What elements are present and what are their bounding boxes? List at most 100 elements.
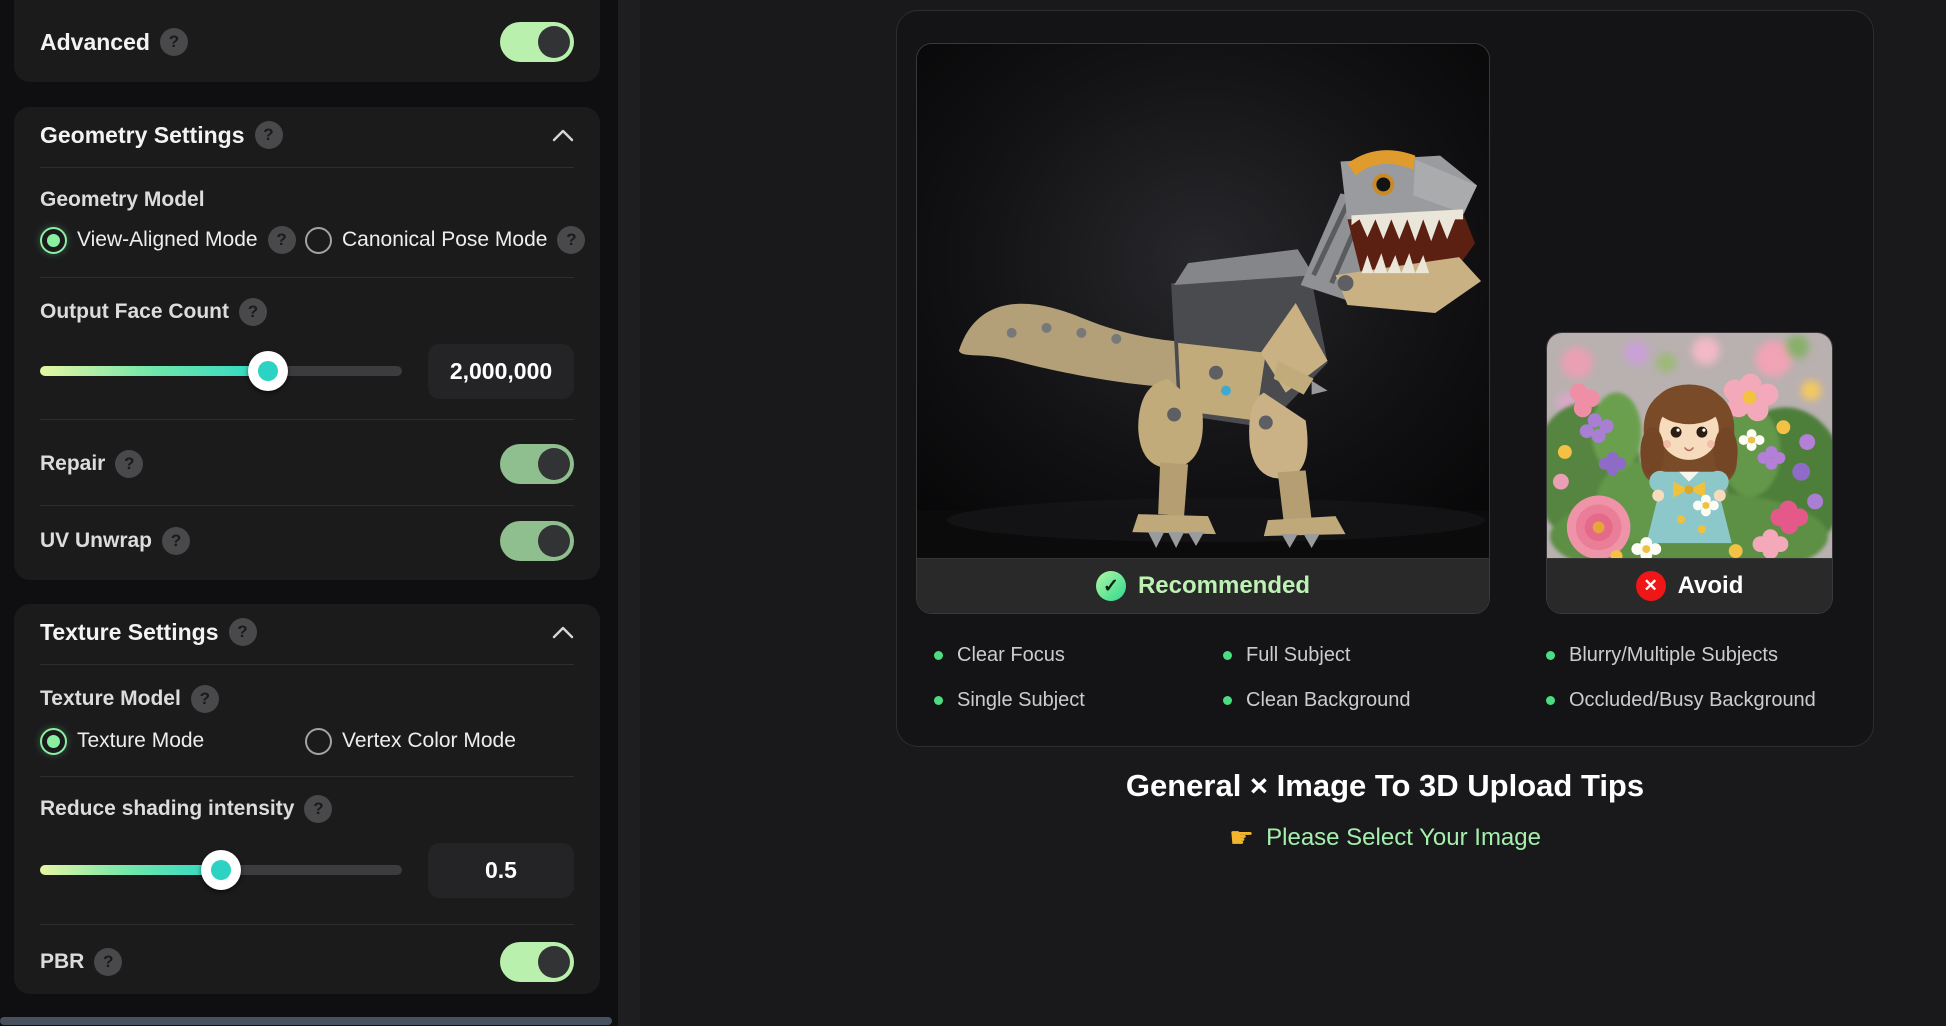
uv-unwrap-label-group: UV Unwrap ? xyxy=(40,526,190,556)
upload-tips-card: ✓ Recommended xyxy=(896,10,1874,747)
list-item: Full Subject xyxy=(1223,633,1411,678)
slider-thumb[interactable] xyxy=(248,351,288,391)
view-aligned-help-icon[interactable]: ? xyxy=(268,226,296,254)
divider xyxy=(40,924,574,925)
canonical-pose-help-icon[interactable]: ? xyxy=(557,226,585,254)
select-image-prompt: ☛ Please Select Your Image xyxy=(896,824,1874,852)
divider xyxy=(40,167,574,168)
geometry-settings-panel: Geometry Settings ? Geometry Model View-… xyxy=(14,107,600,580)
face-count-label-row: Output Face Count ? xyxy=(40,297,574,327)
advanced-toggle[interactable] xyxy=(500,22,574,62)
avoid-example-card: ✕ Avoid xyxy=(1546,332,1833,614)
radio-selected-icon[interactable] xyxy=(40,728,67,755)
advanced-row: Advanced ? xyxy=(40,20,574,64)
pbr-label-group: PBR ? xyxy=(40,947,122,977)
x-icon: ✕ xyxy=(1636,571,1666,601)
uv-unwrap-row: UV Unwrap ? xyxy=(40,519,574,563)
bullet-dot-icon xyxy=(1546,651,1555,660)
list-item: Occluded/Busy Background xyxy=(1546,678,1816,723)
radio-unselected-icon[interactable] xyxy=(305,227,332,254)
repair-help-icon[interactable]: ? xyxy=(115,450,143,478)
chevron-up-icon xyxy=(552,626,574,639)
radio-selected-icon[interactable] xyxy=(40,227,67,254)
divider xyxy=(40,277,574,278)
avoid-caption: ✕ Avoid xyxy=(1547,558,1832,613)
radio-vertex-color-mode[interactable]: Vertex Color Mode xyxy=(305,728,516,755)
divider xyxy=(40,776,574,777)
collapse-button[interactable] xyxy=(552,626,574,639)
repair-toggle[interactable] xyxy=(500,444,574,484)
pointing-finger-icon: ☛ xyxy=(1229,824,1254,852)
face-count-slider-row: 2,000,000 xyxy=(40,343,574,399)
geometry-settings-header: Geometry Settings ? xyxy=(40,119,574,151)
point-label: Single Subject xyxy=(957,689,1085,712)
collapse-button[interactable] xyxy=(552,129,574,142)
recommended-caption: ✓ Recommended xyxy=(917,558,1489,613)
chevron-up-icon xyxy=(552,129,574,142)
divider xyxy=(40,664,574,665)
pbr-row: PBR ? xyxy=(40,940,574,984)
radio-label: Canonical Pose Mode xyxy=(342,228,547,252)
uv-unwrap-label: UV Unwrap xyxy=(40,529,152,553)
repair-row: Repair ? xyxy=(40,442,574,486)
check-icon: ✓ xyxy=(1096,571,1126,601)
radio-texture-mode[interactable]: Texture Mode xyxy=(40,728,305,755)
texture-model-help-icon[interactable]: ? xyxy=(191,685,219,713)
sidebar-divider-gutter xyxy=(618,0,640,1026)
geometry-model-radio-group: View-Aligned Mode ? Canonical Pose Mode … xyxy=(40,223,574,257)
pbr-label: PBR xyxy=(40,950,84,974)
shading-slider[interactable] xyxy=(40,865,402,875)
advanced-label-group: Advanced ? xyxy=(40,27,188,57)
list-item: Clear Focus xyxy=(934,633,1085,678)
advanced-label: Advanced xyxy=(40,29,150,56)
horizontal-scrollbar-thumb[interactable] xyxy=(0,1017,612,1025)
list-item: Blurry/Multiple Subjects xyxy=(1546,633,1816,678)
list-item: Single Subject xyxy=(934,678,1085,723)
radio-canonical-pose-mode[interactable]: Canonical Pose Mode ? xyxy=(305,226,585,254)
point-label: Full Subject xyxy=(1246,644,1351,667)
bullet-dot-icon xyxy=(934,651,943,660)
recommended-points-column-2: Full Subject Clean Background xyxy=(1223,633,1411,723)
texture-model-label-row: Texture Model ? xyxy=(40,684,574,714)
advanced-help-icon[interactable]: ? xyxy=(160,28,188,56)
recommended-example-image xyxy=(917,44,1489,558)
face-count-help-icon[interactable]: ? xyxy=(239,298,267,326)
face-count-value[interactable]: 2,000,000 xyxy=(428,344,574,399)
texture-settings-help-icon[interactable]: ? xyxy=(229,618,257,646)
slider-fill xyxy=(40,865,221,875)
geometry-settings-help-icon[interactable]: ? xyxy=(255,121,283,149)
bullet-dot-icon xyxy=(1546,696,1555,705)
repair-label: Repair xyxy=(40,452,105,476)
point-label: Occluded/Busy Background xyxy=(1569,689,1816,712)
texture-settings-panel: Texture Settings ? Texture Model ? Textu… xyxy=(14,604,600,994)
radio-view-aligned-mode[interactable]: View-Aligned Mode ? xyxy=(40,226,305,254)
shading-help-icon[interactable]: ? xyxy=(304,795,332,823)
bullet-dot-icon xyxy=(1223,696,1232,705)
shading-label-row: Reduce shading intensity ? xyxy=(40,794,574,824)
geometry-model-label-row: Geometry Model xyxy=(40,185,574,215)
toggle-knob xyxy=(538,525,570,557)
texture-model-label: Texture Model xyxy=(40,687,181,711)
geometry-settings-title: Geometry Settings xyxy=(40,122,245,149)
bullet-dot-icon xyxy=(934,696,943,705)
texture-settings-title: Texture Settings xyxy=(40,619,219,646)
shading-value[interactable]: 0.5 xyxy=(428,843,574,898)
recommended-example-card: ✓ Recommended xyxy=(916,43,1490,614)
radio-unselected-icon[interactable] xyxy=(305,728,332,755)
point-label: Blurry/Multiple Subjects xyxy=(1569,644,1778,667)
toggle-knob xyxy=(538,946,570,978)
toggle-knob xyxy=(538,26,570,58)
uv-unwrap-toggle[interactable] xyxy=(500,521,574,561)
face-count-slider[interactable] xyxy=(40,366,402,376)
pbr-toggle[interactable] xyxy=(500,942,574,982)
divider xyxy=(40,505,574,506)
uv-unwrap-help-icon[interactable]: ? xyxy=(162,527,190,555)
pbr-help-icon[interactable]: ? xyxy=(94,948,122,976)
avoid-example-image xyxy=(1547,333,1832,558)
recommended-label: Recommended xyxy=(1138,572,1310,600)
face-count-label: Output Face Count xyxy=(40,300,229,324)
slider-thumb[interactable] xyxy=(201,850,241,890)
bullet-dot-icon xyxy=(1223,651,1232,660)
slider-fill xyxy=(40,366,268,376)
point-label: Clean Background xyxy=(1246,689,1411,712)
